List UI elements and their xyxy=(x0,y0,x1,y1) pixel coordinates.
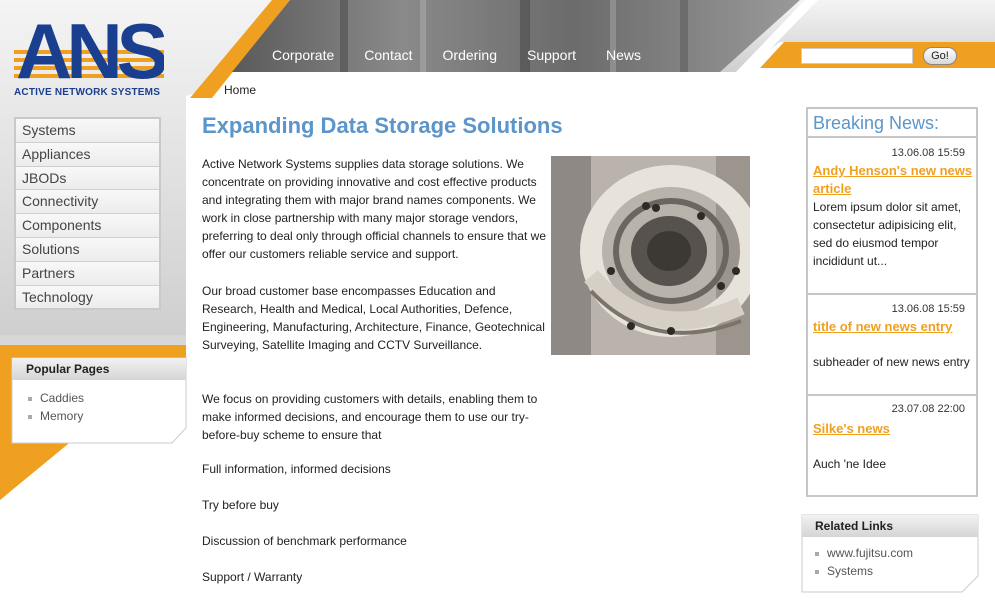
popular-pages-list: Caddies Memory xyxy=(28,389,84,425)
nav-support[interactable]: Support xyxy=(527,47,576,63)
popular-link[interactable]: Memory xyxy=(40,409,83,423)
related-links-list: www.fujitsu.com Systems xyxy=(815,544,913,580)
news-body: Auch 'ne Idee xyxy=(813,457,887,471)
sidebar-menu: Systems Appliances JBODs Connectivity Co… xyxy=(14,117,161,311)
popular-pages-title: Popular Pages xyxy=(26,362,110,376)
logo-tagline: ACTIVE NETWORK SYSTEMS xyxy=(14,87,161,98)
related-link[interactable]: www.fujitsu.com xyxy=(827,546,913,560)
nav-news[interactable]: News xyxy=(606,47,641,63)
news-date: 13.06.08 15:59 xyxy=(891,147,965,159)
sidebar-item-connectivity[interactable]: Connectivity xyxy=(16,190,159,215)
news-divider xyxy=(808,293,976,295)
popular-link[interactable]: Caddies xyxy=(40,391,84,405)
bullet-icon xyxy=(815,569,819,574)
news-title-link[interactable]: Andy Henson's new news article xyxy=(813,162,973,198)
sidebar-item-partners[interactable]: Partners xyxy=(16,261,159,286)
related-links-title: Related Links xyxy=(815,519,894,533)
list-item[interactable]: Memory xyxy=(28,407,84,425)
related-link[interactable]: Systems xyxy=(827,564,873,578)
nav-ordering[interactable]: Ordering xyxy=(443,47,497,63)
search-input[interactable] xyxy=(801,48,913,64)
sidebar-item-jbods[interactable]: JBODs xyxy=(16,166,159,191)
feature-line: Full information, informed decisions xyxy=(202,462,391,476)
list-item[interactable]: www.fujitsu.com xyxy=(815,544,913,562)
news-body: subheader of new news entry xyxy=(813,355,970,369)
news-heading: Breaking News: xyxy=(813,113,940,133)
bullet-icon xyxy=(28,396,32,401)
news-date: 13.06.08 15:59 xyxy=(891,303,965,315)
sidebar-item-appliances[interactable]: Appliances xyxy=(16,142,159,167)
focus-paragraph: We focus on providing customers with det… xyxy=(202,392,538,442)
intro-paragraph: Active Network Systems supplies data sto… xyxy=(202,157,546,261)
list-item[interactable]: Systems xyxy=(815,562,913,580)
news-title-link[interactable]: Silke's news xyxy=(813,420,973,438)
logo-mark: ANS xyxy=(16,7,164,86)
feature-line: Try before buy xyxy=(202,498,279,512)
page-title: Expanding Data Storage Solutions xyxy=(202,113,563,138)
customers-paragraph: Our broad customer base encompasses Educ… xyxy=(202,284,545,352)
news-divider xyxy=(808,394,976,396)
sidebar-item-components[interactable]: Components xyxy=(16,214,159,238)
bullet-icon xyxy=(815,551,819,556)
feature-line: Support / Warranty xyxy=(202,570,303,584)
news-body: Lorem ipsum dolor sit amet, consectetur … xyxy=(813,200,962,268)
sidebar-item-technology[interactable]: Technology xyxy=(16,285,159,309)
logo[interactable]: ANS xyxy=(14,6,164,86)
sidebar-item-systems[interactable]: Systems xyxy=(16,119,159,143)
nav-contact[interactable]: Contact xyxy=(364,47,412,63)
go-button[interactable]: Go! xyxy=(923,47,957,65)
news-title-link[interactable]: title of new news entry xyxy=(813,318,973,336)
top-nav: Corporate Contact Ordering Support News xyxy=(272,47,671,63)
news-divider xyxy=(808,136,976,138)
sidebar-item-solutions[interactable]: Solutions xyxy=(16,237,159,262)
nav-corporate[interactable]: Corporate xyxy=(272,47,334,63)
feature-line: Discussion of benchmark performance xyxy=(202,534,407,548)
news-date: 23.07.08 22:00 xyxy=(891,403,965,415)
staircase-photo xyxy=(551,156,750,355)
list-item[interactable]: Caddies xyxy=(28,389,84,407)
bullet-icon xyxy=(28,414,32,419)
breadcrumb[interactable]: Home xyxy=(224,83,256,97)
